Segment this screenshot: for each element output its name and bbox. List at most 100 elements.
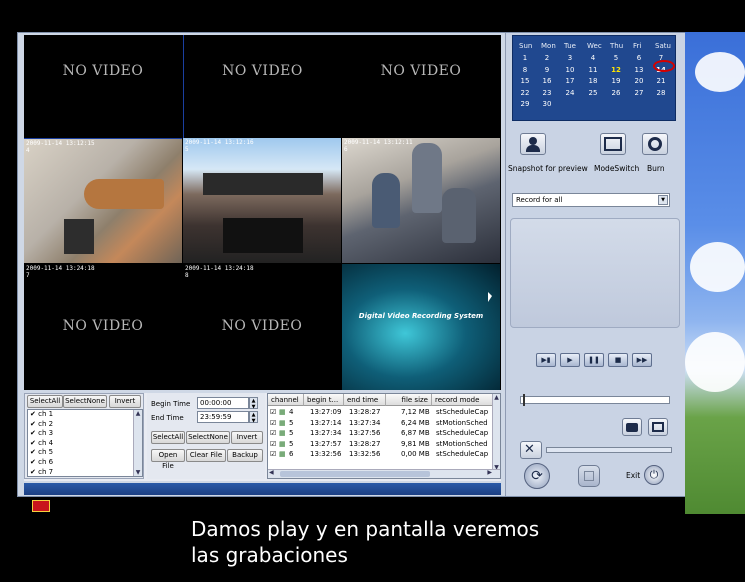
mode-switch-button[interactable]	[600, 133, 626, 155]
calendar-day[interactable]: 11	[585, 66, 601, 74]
calendar-day[interactable]: 18	[585, 77, 601, 85]
column-header-begin-time[interactable]: begin t...	[304, 394, 344, 406]
pause-button[interactable]: ❚❚	[584, 353, 604, 367]
calendar-day[interactable]: 23	[539, 89, 555, 97]
video-cell-3[interactable]: NO VIDEO	[342, 35, 500, 151]
checkbox-checked-icon[interactable]: ☑	[270, 449, 276, 460]
column-header-end-time[interactable]: end time	[344, 394, 386, 406]
checkbox-checked-icon[interactable]: ✔	[30, 458, 36, 466]
end-time-spinner-icon[interactable]: ▲ ▼	[249, 411, 258, 424]
calendar-day[interactable]: 26	[608, 89, 624, 97]
begin-time-spinner-icon[interactable]: ▲ ▼	[249, 397, 258, 410]
column-header-record-mode[interactable]: record mode	[432, 394, 494, 406]
channel-invert-button[interactable]: Invert	[109, 395, 141, 408]
calendar-day[interactable]: 12	[608, 66, 624, 74]
calendar-day[interactable]: 15	[517, 77, 533, 85]
audio-button[interactable]: ✕	[520, 441, 542, 459]
scroll-left-icon[interactable]: ◀	[269, 469, 274, 476]
scroll-down-icon[interactable]: ▼	[134, 469, 142, 476]
column-header-file-size[interactable]: file size	[386, 394, 432, 406]
checkbox-checked-icon[interactable]: ✔	[30, 429, 36, 437]
play-button[interactable]: ▶	[560, 353, 580, 367]
list-item[interactable]: ✔ ch 4	[28, 439, 142, 449]
calendar-day[interactable]: 9	[539, 66, 555, 74]
checkbox-checked-icon[interactable]: ✔	[30, 448, 36, 456]
calendar-day[interactable]: 29	[517, 100, 533, 108]
video-cell-7[interactable]: 2009-11-14 13:24:18 7 NO VIDEO	[24, 264, 182, 390]
scroll-up-icon[interactable]: ▲	[493, 394, 500, 401]
clear-file-button[interactable]: Clear File	[186, 449, 226, 462]
list-item[interactable]: ✔ ch 5	[28, 448, 142, 458]
list-item[interactable]: ✔ ch 6	[28, 458, 142, 468]
scrollbar-thumb[interactable]	[280, 471, 430, 477]
checkbox-checked-icon[interactable]: ☑	[270, 407, 276, 418]
calendar-day[interactable]: 6	[631, 54, 647, 62]
video-cell-1[interactable]: NO VIDEO	[24, 35, 182, 151]
table-row[interactable]: ☑ ▦ 4 13:27:09 13:28:27 7,12 MB stSchedu…	[268, 407, 494, 418]
checkbox-checked-icon[interactable]: ☑	[270, 439, 276, 450]
video-cell-5[interactable]: 2009-11-14 13:12:16 5	[183, 138, 341, 263]
table-horizontal-scrollbar[interactable]: ◀ ▶	[268, 469, 500, 478]
calendar-day[interactable]: 1	[517, 54, 533, 62]
calendar-day[interactable]: 19	[608, 77, 624, 85]
calendar-day[interactable]: 17	[562, 77, 578, 85]
calendar-day[interactable]: 30	[539, 100, 555, 108]
calendar-day[interactable]: 22	[517, 89, 533, 97]
chevron-down-icon[interactable]: ▼	[658, 195, 668, 205]
checkbox-checked-icon[interactable]: ✔	[30, 468, 36, 476]
checkbox-checked-icon[interactable]: ☑	[270, 418, 276, 429]
snapshot-button[interactable]	[520, 133, 546, 155]
burn-button[interactable]	[642, 133, 668, 155]
calendar-day[interactable]: 20	[631, 77, 647, 85]
table-row[interactable]: ☑ ▦ 5 13:27:57 13:28:27 9,81 MB stMotion…	[268, 439, 494, 450]
scroll-up-icon[interactable]: ▲	[134, 410, 142, 417]
table-row[interactable]: ☑ ▦ 5 13:27:34 13:27:56 6,87 MB stSchedu…	[268, 428, 494, 439]
video-cell-8[interactable]: 2009-11-14 13:24:18 8 NO VIDEO	[183, 264, 341, 390]
checkbox-checked-icon[interactable]: ✔	[30, 439, 36, 447]
time-select-all-button[interactable]: SelectAll	[151, 431, 185, 444]
open-file-button[interactable]: Open File	[151, 449, 185, 470]
settings-button[interactable]	[578, 465, 600, 487]
calendar-day[interactable]: 5	[608, 54, 624, 62]
step-forward-button[interactable]: ▶▮	[536, 353, 556, 367]
calendar-day[interactable]: 4	[585, 54, 601, 62]
calendar-day[interactable]: 10	[562, 66, 578, 74]
fullscreen-button[interactable]	[648, 418, 668, 436]
backup-button[interactable]: Backup	[227, 449, 263, 462]
stop-button[interactable]: ■	[608, 353, 628, 367]
playback-seek-bar[interactable]	[520, 394, 670, 406]
calendar-day[interactable]: 8	[517, 66, 533, 74]
channel-list-scrollbar[interactable]: ▲ ▼	[133, 410, 142, 476]
calendar-day[interactable]: 28	[653, 89, 669, 97]
scroll-right-icon[interactable]: ▶	[487, 469, 492, 476]
volume-slider[interactable]	[546, 447, 672, 453]
video-cell-4[interactable]: 2009-11-14 13:12:15 4	[24, 138, 182, 263]
channel-select-all-button[interactable]: SelectAll	[27, 395, 63, 408]
capture-button[interactable]	[622, 418, 642, 436]
time-select-none-button[interactable]: SelectNone	[186, 431, 230, 444]
list-item[interactable]: ✔ ch 2	[28, 420, 142, 430]
begin-time-input[interactable]: 00:00:00	[197, 397, 249, 409]
checkbox-checked-icon[interactable]: ✔	[30, 420, 36, 428]
table-row[interactable]: ☑ ▦ 5 13:27:14 13:27:34 6,24 MB stMotion…	[268, 418, 494, 429]
seek-thumb[interactable]	[523, 394, 525, 406]
checkbox-checked-icon[interactable]: ☑	[270, 428, 276, 439]
record-mode-select[interactable]: Record for all ▼	[512, 193, 670, 207]
calendar-day[interactable]: 16	[539, 77, 555, 85]
calendar-day[interactable]: 21	[653, 77, 669, 85]
calendar-day[interactable]: 2	[539, 54, 555, 62]
calendar-day[interactable]: 25	[585, 89, 601, 97]
fast-forward-button[interactable]: ▶▶	[632, 353, 652, 367]
exit-button[interactable]: ⏻	[644, 465, 664, 485]
checkbox-checked-icon[interactable]: ✔	[30, 410, 36, 418]
time-invert-button[interactable]: Invert	[231, 431, 263, 444]
list-item[interactable]: ✔ ch 1	[28, 410, 142, 420]
list-item[interactable]: ✔ ch 3	[28, 429, 142, 439]
channel-select-none-button[interactable]: SelectNone	[63, 395, 107, 408]
end-time-input[interactable]: 23:59:59	[197, 411, 249, 423]
list-item[interactable]: ✔ ch 7	[28, 468, 142, 476]
video-cell-6[interactable]: 2009-11-14 13:12:11 6	[342, 138, 500, 263]
video-cell-9[interactable]: Digital Video Recording System	[342, 264, 500, 390]
calendar-day[interactable]: 24	[562, 89, 578, 97]
column-header-channel[interactable]: channel	[268, 394, 304, 406]
